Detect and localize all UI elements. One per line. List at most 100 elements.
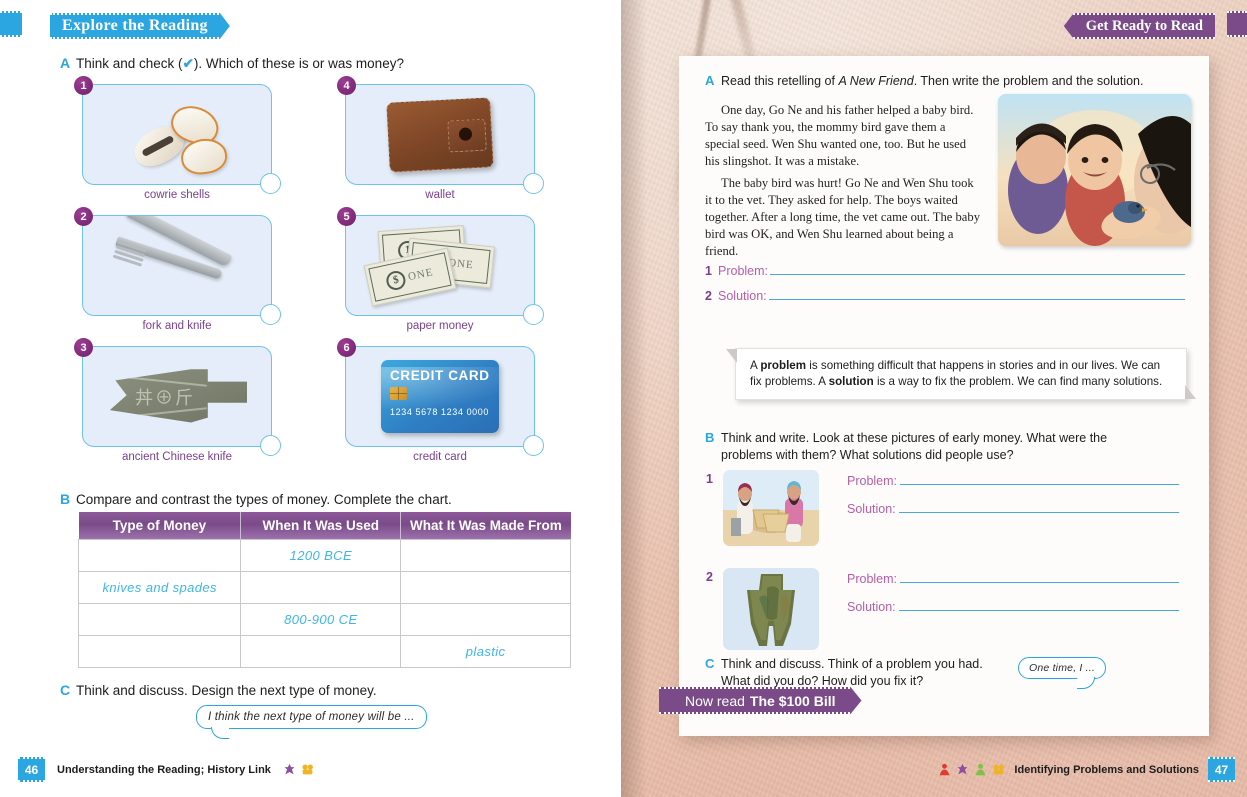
reading-passage: One day, Go Ne and his father helped a b… (705, 102, 983, 265)
card-number-badge: 3 (74, 338, 93, 357)
item-b-1-number-wrap: 1 (706, 470, 713, 488)
table-cell[interactable]: 1200 BCE (240, 539, 402, 572)
item-b-solution-rule[interactable] (898, 598, 1179, 611)
table-cell[interactable] (240, 571, 402, 604)
card-credit-card[interactable]: 6 CREDIT CARD 1234 5678 1234 0000 credit… (337, 338, 544, 463)
table-row[interactable]: 800-900 CE (77, 603, 571, 636)
red-person-icon (940, 763, 950, 776)
table-cell[interactable]: knives and spades (77, 571, 242, 604)
card-checkbox[interactable] (523, 304, 544, 325)
speech-bubble-text: I think the next type of money will be .… (208, 711, 415, 723)
answer-line-rule[interactable] (770, 262, 1185, 275)
item-b-2-number-wrap: 2 (706, 568, 713, 586)
item-b-solution-rule[interactable] (898, 500, 1179, 513)
card-box: 4 (337, 76, 544, 194)
speech-bubble-tail (211, 727, 229, 739)
question-a-letter: A (60, 55, 71, 71)
card-label: paper money (406, 320, 474, 332)
table-cell[interactable] (400, 571, 571, 604)
answer-line-number: 1 (705, 264, 712, 278)
bronze-spade-money-image (723, 568, 819, 650)
table-cell[interactable]: 800-900 CE (240, 603, 402, 636)
card-fork-and-knife[interactable]: 2 fork and knife (74, 207, 281, 332)
left-page: Explore the Reading A Think and check (✔… (0, 0, 621, 797)
answer-line-rule[interactable] (768, 287, 1185, 300)
table-cell[interactable]: plastic (400, 635, 571, 668)
table-row[interactable]: 1200 BCE (77, 539, 571, 572)
definition-part-1: A (750, 359, 761, 372)
card-wallet[interactable]: 4 wallet (337, 76, 544, 201)
speech-bubble-right: One time, I ... (1018, 657, 1107, 689)
banner-flag (42, 15, 50, 37)
item-b-problem-label: Problem: (847, 474, 898, 488)
item-b-1-problem-line: Problem: (847, 472, 1179, 488)
rqa-text-2: . Then write the problem and the solutio… (913, 74, 1144, 88)
orange-pair-icon (302, 764, 313, 775)
card-box: 5 1ONE 1ONE $ONE (337, 207, 544, 325)
card-label: fork and knife (142, 320, 212, 332)
card-ancient-chinese-knife[interactable]: 3 丼⊕斤 ancient Chinese knife (74, 338, 281, 463)
get-ready-to-read-banner: Get Ready to Read (1063, 13, 1215, 39)
right-question-a-letter: A (705, 73, 715, 88)
item-b-problem-rule[interactable] (900, 472, 1179, 485)
card-checkbox[interactable] (260, 173, 281, 194)
table-cell[interactable] (240, 635, 402, 668)
card-box: 3 丼⊕斤 (74, 338, 281, 456)
ancient-chinese-knife-icon: 丼⊕斤 (83, 347, 271, 446)
item-b-problem-rule[interactable] (900, 570, 1179, 583)
right-content-card: A Read this retelling of A New Friend. T… (679, 56, 1209, 736)
right-question-c-text: Think and discuss. Think of a problem yo… (721, 657, 983, 688)
speech-bubble-left: I think the next type of money will be .… (196, 705, 427, 739)
card-paper-money[interactable]: 5 1ONE 1ONE $ONE paper money (337, 207, 544, 332)
picture-card-grid: 1 cowrie shells 4 wallet 2 fork and knif… (74, 76, 587, 477)
orange-pair-icon (993, 764, 1005, 775)
fork-and-knife-icon (83, 216, 271, 315)
item-b-2-solution-line: Solution: (847, 598, 1179, 614)
item-b-2-problem-line: Problem: (847, 570, 1179, 586)
question-b-letter: B (60, 491, 71, 507)
bill-word: ONE (406, 265, 435, 283)
story-illustration-art (998, 94, 1191, 246)
card-checkbox[interactable] (523, 173, 544, 194)
cowrie-shells-icon (83, 85, 271, 184)
table-cell[interactable] (77, 635, 242, 668)
rqa-text-1: Read this retelling of (721, 74, 839, 88)
passage-paragraph: The baby bird was hurt! Go Ne and Wen Sh… (705, 176, 980, 258)
table-row[interactable]: knives and spades (77, 571, 571, 604)
qa-text-before: Think and check ( (76, 56, 183, 71)
card-box: 2 (74, 207, 281, 325)
now-read-prefix: Now read (685, 692, 745, 709)
card-checkbox[interactable] (523, 435, 544, 456)
table-row[interactable]: plastic (77, 635, 571, 668)
right-question-b-letter: B (705, 430, 715, 445)
card-checkbox[interactable] (260, 435, 281, 456)
item-b-1-solution-line: Solution: (847, 500, 1179, 516)
question-c-text: Think and discuss. Design the next type … (76, 683, 377, 698)
table-cell[interactable] (400, 539, 571, 572)
card-label: cowrie shells (144, 189, 210, 201)
definition-corner-top-left (726, 349, 737, 363)
story-title-italic: A New Friend (838, 74, 914, 88)
speech-bubble-tail-right (1077, 677, 1096, 689)
question-a-row: A Think and check (✔). Which of these is… (60, 55, 600, 73)
question-c-row: C Think and discuss. Design the next typ… (60, 682, 600, 700)
now-read-banner[interactable]: Now read The $100 Bill (659, 687, 862, 714)
card-number-badge: 1 (74, 76, 93, 95)
table-cell[interactable] (77, 539, 242, 572)
right-question-a-text: Read this retelling of A New Friend. The… (721, 73, 1143, 90)
table-cell[interactable] (400, 603, 571, 636)
table-header-cell: When It Was Used (240, 512, 402, 540)
table-cell[interactable] (77, 603, 242, 636)
definition-box: A problem is something difficult that ha… (726, 348, 1196, 400)
answer-line-label: Problem: (718, 264, 769, 278)
footer-icon-group-right (938, 763, 1005, 776)
card-number-badge: 6 (337, 338, 356, 357)
card-checkbox[interactable] (260, 304, 281, 325)
explore-the-reading-banner: Explore the Reading (50, 13, 230, 39)
card-label: ancient Chinese knife (122, 451, 232, 463)
wallet-icon (346, 85, 534, 184)
right-question-b-text: Think and write. Look at these pictures … (721, 431, 1108, 462)
question-b-text: Compare and contrast the types of money.… (76, 492, 452, 507)
card-cowrie-shells[interactable]: 1 cowrie shells (74, 76, 281, 201)
item-b-problem-label: Problem: (847, 572, 898, 586)
